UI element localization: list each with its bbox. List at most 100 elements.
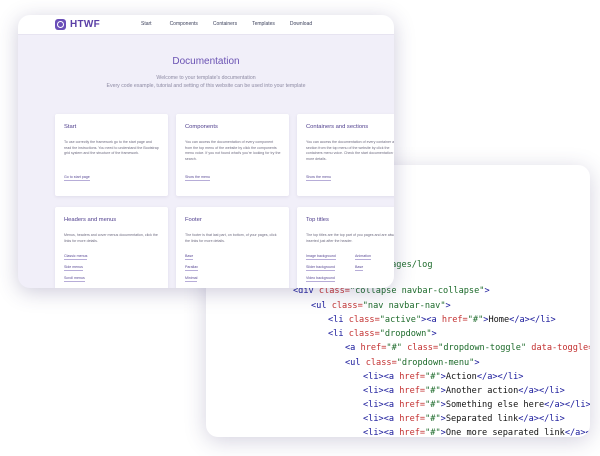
code-token: "dropdown-toggle" [438,343,532,353]
card-description: The footer is that last part, on bottom,… [185,233,277,243]
card-link[interactable]: Show the menu [306,175,331,181]
code-token: "active" [379,315,422,325]
code-line: <li class="dropdown"> [328,329,437,340]
code-token: > [484,286,490,296]
card-containers: Containers and sections You can access t… [297,114,394,196]
card-link[interactable]: Minimal [185,276,198,282]
card-description: To use correctly the framework go to the… [64,140,159,155]
code-line: <li><a href="#">Action</a></li> [363,372,523,383]
nav-item-templates[interactable]: Templates [252,21,275,27]
nav-item-containers[interactable]: Containers [213,21,237,27]
card-title: Start [64,124,77,130]
card-top-titles: Top titles The top titles are the top pa… [297,207,394,288]
code-token: class= [348,315,380,325]
code-token: "#" [425,400,441,410]
code-token: </a></li> [509,315,556,325]
code-token: </a></li> [476,372,524,382]
code-line: <li><a href="#">Another action</a></li> [363,386,565,397]
code-token: "#" [386,343,408,353]
brand-logo[interactable]: HTWF [55,19,100,30]
code-token: <a [345,343,361,353]
code-token: </a></li> [518,386,565,396]
code-token: <li [328,315,349,325]
card-components: Components You can access the documentat… [176,114,289,196]
code-token: <li><a [363,372,400,382]
code-token: href= [399,372,426,382]
main-nav: Start Components Containers Templates Do… [141,21,327,27]
code-token: Separated link [445,414,519,424]
code-token: data-toggle= [531,343,590,353]
card-link[interactable]: Classic menus [64,254,88,260]
card-title: Footer [185,217,202,223]
code-token: </a></li> [564,428,590,437]
code-token: "dropdown-menu" [396,358,475,368]
code-token: <ul [345,358,366,368]
card-description: Menus, headers and cover menus documenta… [64,233,158,243]
code-token: Another action [445,386,519,396]
code-token: href= [399,428,426,437]
card-link[interactable]: Animation [355,254,371,260]
nav-item-components[interactable]: Components [170,21,198,27]
code-token: href= [399,400,426,410]
code-token: ><a [421,315,442,325]
code-token: "#" [467,315,484,325]
card-link[interactable]: Base [185,254,194,260]
code-token: href= [360,343,387,353]
page-subtitle: Welcome to your template's documentation [156,75,256,81]
shield-logo-icon [55,19,66,30]
card-start: Start To use correctly the framework go … [55,114,168,196]
code-token: href= [441,315,468,325]
card-description: The top titles are the top part of you p… [306,233,394,243]
card-link[interactable]: Go to start page [64,175,90,181]
code-token: Action [445,372,477,382]
code-token: href= [399,386,426,396]
code-token: class= [348,329,380,339]
code-token: <li [328,329,349,339]
card-headers-menus: Headers and menus Menus, headers and cov… [55,207,168,288]
card-description: You can access the documentation of ever… [306,140,394,161]
card-title: Containers and sections [306,124,369,130]
nav-item-start[interactable]: Start [141,21,152,27]
card-link[interactable]: Slider background [306,265,335,271]
card-link[interactable]: Base [355,265,364,271]
code-line: <li><a href="#">One more separated link<… [363,428,590,437]
page-title: Documentation [172,56,240,67]
code-line: <ul class="nav navbar-nav"> [311,301,451,312]
card-link[interactable]: Scroll menus [64,276,85,282]
documentation-window: HTWF Start Components Containers Templat… [18,15,394,288]
code-token: "nav navbar-nav" [362,301,446,311]
code-token: <ul [311,301,332,311]
code-token: "#" [425,372,441,382]
code-line: <a href="#" class="dropdown-toggle" data… [345,343,590,354]
code-token: class= [407,343,439,353]
code-token: Home [488,315,510,325]
code-line: <li><a href="#">Separated link</a></li> [363,414,565,425]
code-token: "dropdown" [379,329,432,339]
card-title: Top titles [306,217,329,223]
code-token: href= [399,414,426,424]
code-token: "#" [425,386,441,396]
code-line: <li class="active"><a href="#">Home</a><… [328,315,556,326]
card-title: Components [185,124,218,130]
code-line: <li><a href="#">Something else here</a><… [363,400,590,411]
card-link[interactable]: Side menus [64,265,83,271]
card-link[interactable]: Parallax [185,265,198,271]
code-token: "#" [425,428,441,437]
nav-item-download[interactable]: Download [290,21,312,27]
code-line: <ul class="dropdown-menu"> [345,358,480,369]
code-token: > [474,358,480,368]
card-link[interactable]: Video background [306,276,335,282]
code-token: > [431,329,437,339]
brand-name: HTWF [70,19,101,30]
code-token: class= [365,358,397,368]
code-token: Something else here [445,400,545,410]
code-token: </a></li> [544,400,590,410]
code-token: <li><a [363,386,400,396]
card-link[interactable]: Image background [306,254,336,260]
code-token: "#" [425,414,441,424]
card-title: Headers and menus [64,217,117,223]
code-token: <li><a [363,414,400,424]
card-link[interactable]: Show the menu [185,175,210,181]
code-token: </a></li> [518,414,565,424]
code-token: <li><a [363,428,400,437]
